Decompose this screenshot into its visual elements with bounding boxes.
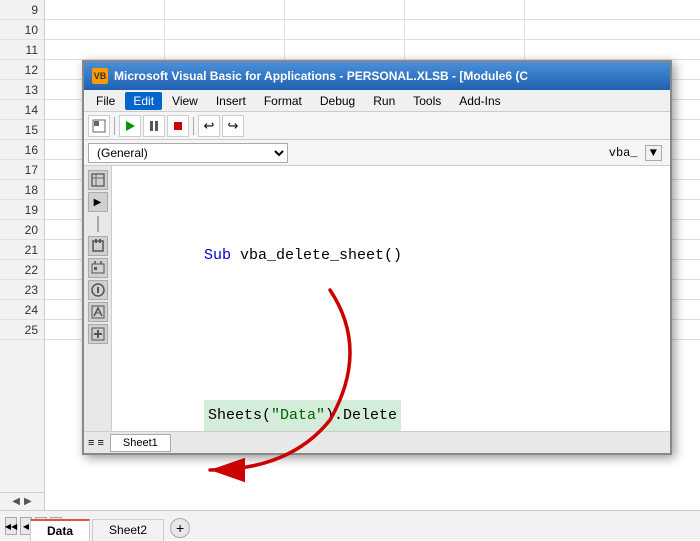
code-line-3 (132, 304, 650, 336)
vba-editor: ▶ Sub vba_delete_sheet() (84, 166, 670, 451)
vba-window: VB Microsoft Visual Basic for Applicatio… (82, 60, 672, 455)
code-line-1 (132, 176, 650, 208)
vba-menubar: File Edit View Insert Format Debug Run T… (84, 90, 670, 112)
toolbar-icon-1[interactable] (88, 115, 110, 137)
nav-first[interactable]: ◀◀ (5, 517, 17, 535)
scroll-left[interactable]: ◀ (12, 496, 20, 507)
vba-icon: VB (92, 68, 108, 84)
toolbar-run[interactable] (119, 115, 141, 137)
left-bar-icon-2[interactable]: ▶ (88, 192, 108, 212)
toolbar-redo[interactable]: ↪ (222, 115, 244, 137)
menu-edit[interactable]: Edit (125, 92, 162, 110)
vba-title: Microsoft Visual Basic for Applications … (114, 69, 528, 83)
left-bar-icon-1[interactable] (88, 170, 108, 190)
proc-dropdown-arrow[interactable]: ▼ (645, 145, 662, 161)
row-numbers: 9 10 11 12 13 14 15 16 17 18 19 20 21 22… (0, 0, 45, 540)
toolbar-stop[interactable] (167, 115, 189, 137)
scroll-right[interactable]: ▶ (24, 496, 32, 507)
toolbar-pause[interactable] (143, 115, 165, 137)
vba-dropdown-bar: (General) vba_ ▼ (84, 140, 670, 166)
left-bar-icon-3[interactable] (88, 236, 108, 256)
left-bar-icon-4[interactable] (88, 258, 108, 278)
bottom-icons: ≡ ≡ (88, 437, 104, 449)
menu-tools[interactable]: Tools (405, 92, 449, 110)
add-sheet-button[interactable]: + (170, 518, 190, 538)
vba-toolbar: ↩ ↪ (84, 112, 670, 140)
sheet-tab-data[interactable]: Data (30, 519, 90, 541)
left-bar-icon-6[interactable] (88, 302, 108, 322)
menu-run[interactable]: Run (365, 92, 403, 110)
toolbar-sep-1 (114, 117, 115, 135)
left-bar-icon-5[interactable] (88, 280, 108, 300)
vba-code-area[interactable]: Sub vba_delete_sheet() Sheets("Data").De… (112, 166, 670, 451)
sheet-tab-bar: ◀◀ ◀ ▶ ▶▶ Data Sheet2 + (0, 510, 700, 540)
vba-left-bar: ▶ (84, 166, 112, 451)
toolbar-sep-2 (193, 117, 194, 135)
left-bar-icon-7[interactable] (88, 324, 108, 344)
menu-file[interactable]: File (88, 92, 123, 110)
menu-debug[interactable]: Debug (312, 92, 363, 110)
sheet-tab-sheet2[interactable]: Sheet2 (92, 519, 164, 541)
menu-format[interactable]: Format (256, 92, 310, 110)
bottom-sheet-tab[interactable]: Sheet1 (110, 434, 171, 452)
code-line-4 (132, 336, 650, 368)
vba-titlebar: VB Microsoft Visual Basic for Applicatio… (84, 62, 670, 90)
menu-addins[interactable]: Add-Ins (451, 92, 508, 110)
scroll-arrows: ◀ ▶ (0, 492, 45, 510)
vba-bottombar: ≡ ≡ Sheet1 (84, 431, 670, 453)
proc-dropdown: vba_ ▼ (609, 146, 666, 160)
code-line-2: Sub vba_delete_sheet() (132, 208, 650, 304)
general-dropdown[interactable]: (General) (88, 143, 288, 163)
menu-insert[interactable]: Insert (208, 92, 254, 110)
menu-view[interactable]: View (164, 92, 206, 110)
toolbar-undo[interactable]: ↩ (198, 115, 220, 137)
